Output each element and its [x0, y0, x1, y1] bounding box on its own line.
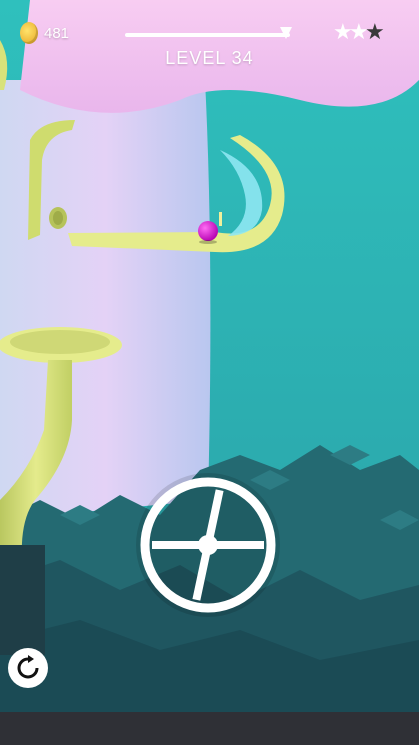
game-scene: [0, 0, 419, 745]
ball: [198, 221, 218, 241]
coin-counter: 481: [20, 22, 69, 44]
bottom-bar: [0, 712, 419, 745]
restart-icon: [17, 655, 39, 679]
coin-pickup: [49, 207, 67, 229]
level-label: LEVEL 34: [165, 48, 254, 68]
star-icon: ★: [365, 20, 385, 45]
coin-icon: [20, 22, 38, 44]
restart-button[interactable]: [8, 648, 48, 688]
star-icon: ★: [349, 20, 369, 45]
star-rating: ★ ★ ★: [333, 22, 387, 44]
rotate-wheel[interactable]: [136, 473, 280, 617]
star-icon: ★: [333, 20, 353, 45]
pipe-base: [0, 545, 45, 655]
coin-count: 481: [44, 24, 70, 42]
level-progress-bar: [125, 33, 290, 37]
hud: 481 LEVEL 34 ★ ★ ★: [0, 0, 419, 80]
progress-marker-icon: [280, 27, 292, 39]
